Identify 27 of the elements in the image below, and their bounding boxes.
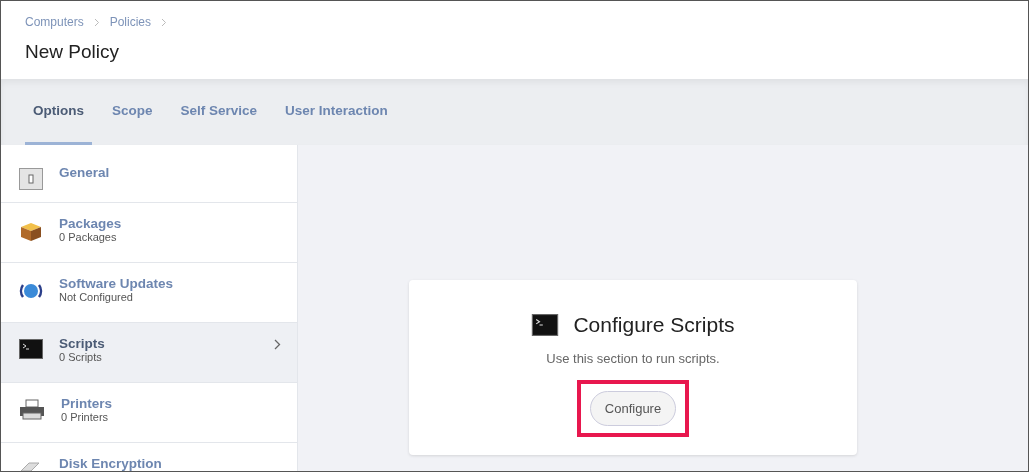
item-label: General <box>59 165 111 180</box>
tab[interactable]: User Interaction <box>277 79 396 145</box>
item-label: Software Updates <box>59 276 175 291</box>
item-label: Disk Encryption <box>59 456 163 471</box>
chevron-icon <box>93 17 100 27</box>
tab[interactable]: Self Service <box>172 79 266 145</box>
card-description: Use this section to run scripts. <box>546 351 720 366</box>
terminal-icon <box>531 314 560 336</box>
item-detail: 0 Packages <box>59 231 118 243</box>
sidebar-item[interactable]: Scripts 0 Scripts <box>1 323 297 383</box>
item-label: Printers <box>61 396 114 411</box>
breadcrumb-link[interactable]: Computers <box>25 15 84 29</box>
item-label: Packages <box>59 216 123 231</box>
tab[interactable]: Scope <box>104 79 161 145</box>
page-title: New Policy <box>25 41 120 63</box>
chevron-icon <box>274 339 281 350</box>
breadcrumb-link[interactable]: Policies <box>109 15 152 29</box>
item-detail: 0 Scripts <box>59 351 103 363</box>
printer-icon <box>19 399 45 421</box>
terminal-icon <box>19 339 43 359</box>
item-detail: 0 Printers <box>61 411 110 423</box>
item-label: Scripts <box>59 336 106 351</box>
chevron-icon <box>161 17 168 27</box>
card-title: Configure Scripts <box>573 313 735 337</box>
switch-icon <box>19 168 43 190</box>
configure-button[interactable]: Configure <box>589 391 677 426</box>
item-detail: Not Configured <box>59 291 134 303</box>
